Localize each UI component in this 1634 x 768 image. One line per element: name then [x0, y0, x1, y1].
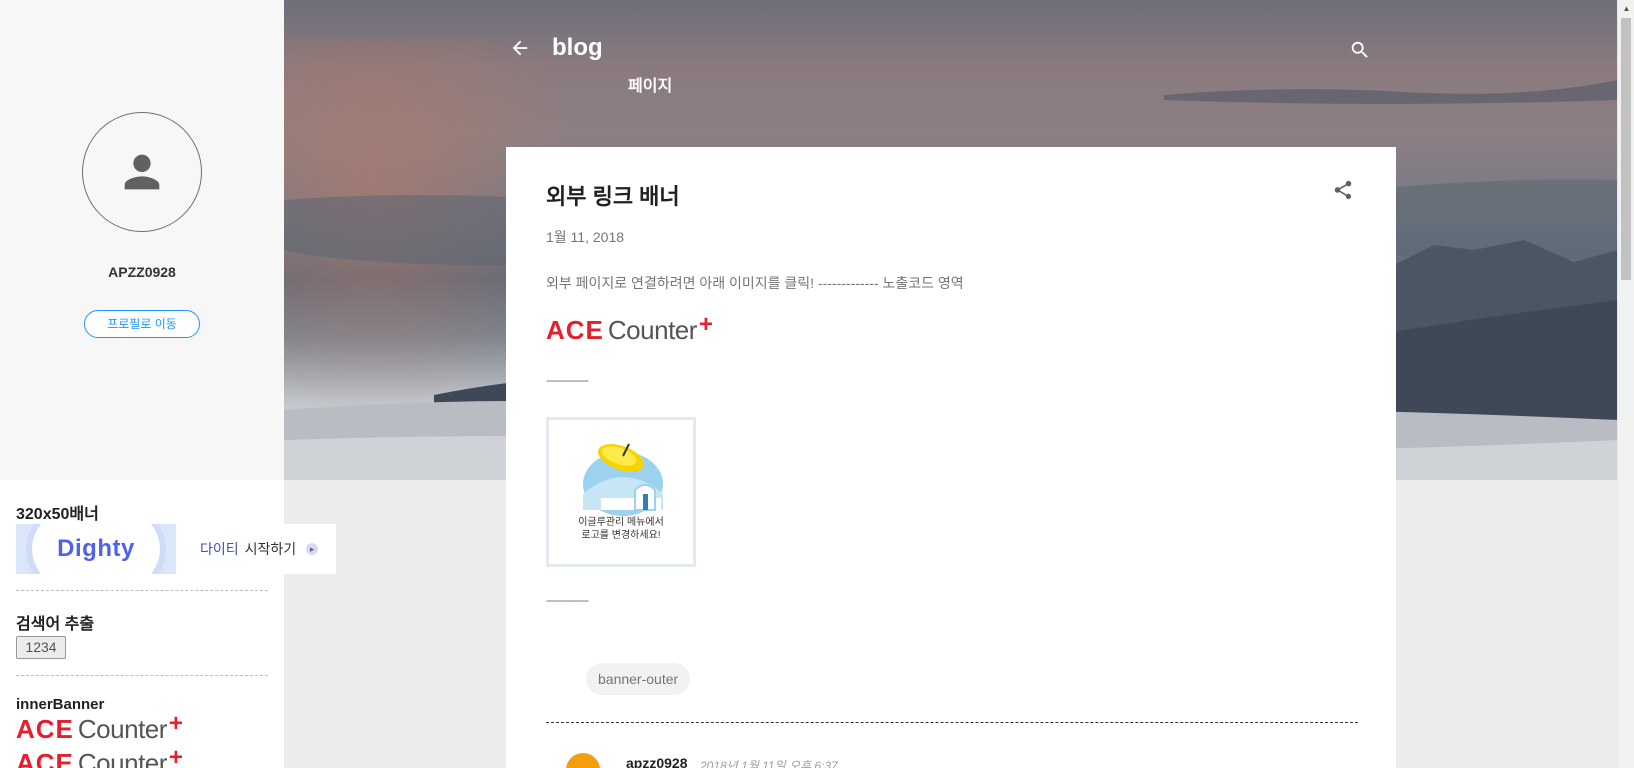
- banner-widget-title: 320x50배너: [16, 506, 99, 523]
- profile-section: APZZ0928 프로필로 이동: [0, 0, 284, 480]
- chevron-right-icon: ▸: [306, 543, 319, 555]
- satellite-dish-icon: [583, 443, 663, 516]
- comment-avatar[interactable]: [566, 753, 600, 768]
- widget-divider: [16, 675, 268, 676]
- blog-header: blog 페이지: [506, 0, 1396, 140]
- comment-author[interactable]: apzz0928: [626, 755, 687, 768]
- visit-profile-button[interactable]: 프로필로 이동: [84, 310, 200, 338]
- post-card: 외부 링크 배너 1월 11, 2018 외부 페이지로 연결하려면 아래 이미…: [506, 147, 1396, 768]
- post-date[interactable]: 1월 11, 2018: [546, 227, 624, 247]
- post-body-text: 외부 페이지로 연결하려면 아래 이미지를 클릭! ------------- …: [546, 275, 964, 291]
- post-label-chip[interactable]: banner-outer: [586, 663, 691, 695]
- dighty-cta-text: 시작하기: [244, 541, 297, 557]
- dighty-logo: Dighty: [57, 535, 135, 562]
- dighty-cta-accent: 다이티: [200, 541, 239, 557]
- profile-avatar[interactable]: [82, 112, 202, 232]
- dighty-banner[interactable]: Dighty 다이티 시작하기 ▸: [16, 524, 336, 574]
- back-button[interactable]: [506, 34, 534, 62]
- person-icon: [124, 154, 160, 190]
- ace-counter-logo[interactable]: ACE Counter +: [16, 710, 183, 745]
- profile-name: APZZ0928: [108, 264, 176, 280]
- search-icon: [1351, 41, 1368, 58]
- ace-counter-logo[interactable]: ACE Counter +: [16, 744, 183, 768]
- ace-counter-link[interactable]: ACE Counter +: [546, 311, 713, 346]
- post-title: 외부 링크 배너: [546, 184, 680, 209]
- scrollbar-thumb[interactable]: [1621, 18, 1631, 280]
- dighty-cta: 다이티 시작하기 ▸: [200, 539, 319, 559]
- scroll-up-arrow-icon[interactable]: ▲: [1618, 0, 1634, 17]
- keyword-widget-title: 검색어 추출: [16, 616, 95, 633]
- banner-image-link[interactable]: 이글루관리 메뉴에서 로고를 변경하세요!: [546, 417, 696, 567]
- blog-subtitle: 페이지: [628, 78, 673, 95]
- blog-title[interactable]: blog: [552, 34, 603, 62]
- inner-banner-title: innerBanner: [16, 696, 105, 713]
- search-button[interactable]: [1346, 36, 1374, 64]
- page-scrollbar[interactable]: ▲: [1617, 0, 1634, 768]
- widget-divider: [16, 590, 268, 591]
- keyword-button[interactable]: 1234: [16, 636, 66, 659]
- separator-dashes: --------------: [546, 593, 589, 607]
- post-divider: [546, 722, 1358, 723]
- share-button[interactable]: [1328, 175, 1358, 205]
- sidebar: APZZ0928 프로필로 이동 320x50배너 Dighty 다이티 시작하…: [0, 0, 336, 768]
- image-caption: 이글루관리 메뉴에서 로고를 변경하세요!: [578, 517, 664, 541]
- dighty-logo-box: Dighty: [16, 524, 176, 574]
- separator-dashes: --------------: [546, 373, 589, 387]
- arrow-left-icon: [512, 40, 528, 56]
- comment-timestamp[interactable]: 2018년 1월 11일 오후 6:37: [700, 757, 838, 768]
- share-icon: [1334, 180, 1352, 200]
